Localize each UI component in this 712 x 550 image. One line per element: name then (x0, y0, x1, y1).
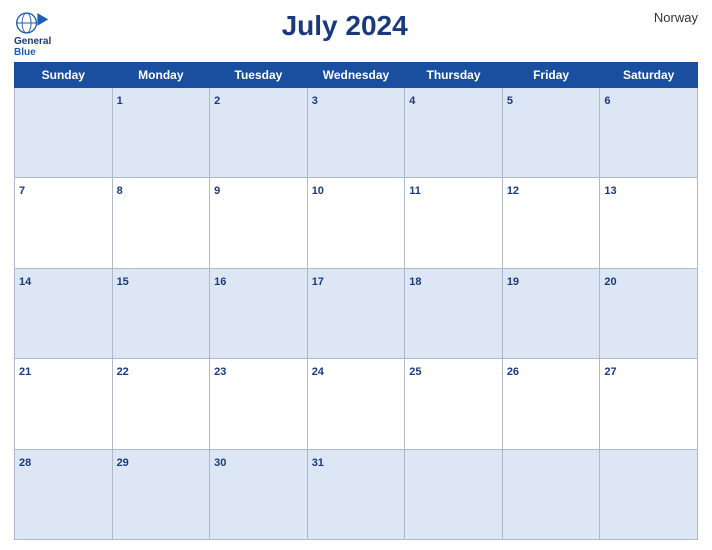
calendar-day-cell: 10 (307, 178, 405, 268)
logo: General Blue (14, 10, 51, 58)
calendar-day-cell: 18 (405, 268, 503, 358)
day-number: 19 (507, 276, 519, 288)
day-number: 17 (312, 276, 324, 288)
calendar-title: July 2024 (51, 10, 638, 42)
day-number: 26 (507, 366, 519, 378)
calendar-day-cell: 13 (600, 178, 698, 268)
day-number: 14 (19, 276, 31, 288)
day-number: 2 (214, 95, 220, 107)
day-number: 20 (604, 276, 616, 288)
calendar-day-cell: 8 (112, 178, 210, 268)
calendar-day-cell (15, 88, 113, 178)
day-number: 25 (409, 366, 421, 378)
calendar-day-cell: 15 (112, 268, 210, 358)
day-number: 7 (19, 185, 25, 197)
calendar-day-cell: 22 (112, 359, 210, 449)
calendar-week-row: 1 2 3 4 5 6 (15, 88, 698, 178)
day-number: 10 (312, 185, 324, 197)
header-wednesday: Wednesday (307, 63, 405, 88)
day-number: 15 (117, 276, 129, 288)
calendar-day-cell: 31 (307, 449, 405, 539)
day-number: 27 (604, 366, 616, 378)
calendar-table: Sunday Monday Tuesday Wednesday Thursday… (14, 62, 698, 540)
calendar-day-cell: 2 (210, 88, 308, 178)
calendar-page: General Blue July 2024 Norway Sunday Mon… (0, 0, 712, 550)
header-thursday: Thursday (405, 63, 503, 88)
day-number: 24 (312, 366, 324, 378)
calendar-day-cell: 11 (405, 178, 503, 268)
calendar-day-cell: 17 (307, 268, 405, 358)
calendar-day-cell: 1 (112, 88, 210, 178)
calendar-day-cell (405, 449, 503, 539)
calendar-week-row: 7 8 9 10 11 12 13 (15, 178, 698, 268)
calendar-day-cell: 29 (112, 449, 210, 539)
calendar-day-cell: 4 (405, 88, 503, 178)
day-number: 6 (604, 95, 610, 107)
day-number: 29 (117, 457, 129, 469)
day-number: 1 (117, 95, 123, 107)
calendar-body: 1234567891011121314151617181920212223242… (15, 88, 698, 540)
calendar-day-cell: 12 (502, 178, 600, 268)
calendar-day-cell: 24 (307, 359, 405, 449)
day-number: 30 (214, 457, 226, 469)
logo-text: General Blue (14, 36, 51, 58)
calendar-day-cell: 25 (405, 359, 503, 449)
calendar-day-cell: 27 (600, 359, 698, 449)
country-label: Norway (638, 10, 698, 25)
day-number: 9 (214, 185, 220, 197)
day-number: 12 (507, 185, 519, 197)
calendar-day-cell: 28 (15, 449, 113, 539)
calendar-day-cell: 14 (15, 268, 113, 358)
calendar-day-cell (502, 449, 600, 539)
header-saturday: Saturday (600, 63, 698, 88)
day-number: 28 (19, 457, 31, 469)
day-number: 21 (19, 366, 31, 378)
day-number: 5 (507, 95, 513, 107)
calendar-day-cell: 7 (15, 178, 113, 268)
calendar-day-cell: 20 (600, 268, 698, 358)
calendar-header-row: Sunday Monday Tuesday Wednesday Thursday… (15, 63, 698, 88)
day-number: 8 (117, 185, 123, 197)
calendar-day-cell: 30 (210, 449, 308, 539)
calendar-week-row: 14 15 16 17 18 19 20 (15, 268, 698, 358)
calendar-day-cell: 6 (600, 88, 698, 178)
calendar-day-cell: 16 (210, 268, 308, 358)
calendar-week-row: 21 22 23 24 25 26 27 (15, 359, 698, 449)
calendar-title-area: July 2024 (51, 10, 638, 42)
calendar-day-cell: 5 (502, 88, 600, 178)
calendar-day-cell: 19 (502, 268, 600, 358)
logo-icon (14, 10, 50, 36)
day-number: 22 (117, 366, 129, 378)
calendar-day-cell: 3 (307, 88, 405, 178)
day-number: 18 (409, 276, 421, 288)
calendar-day-cell: 9 (210, 178, 308, 268)
header-sunday: Sunday (15, 63, 113, 88)
day-number: 16 (214, 276, 226, 288)
calendar-day-cell: 26 (502, 359, 600, 449)
day-number: 13 (604, 185, 616, 197)
day-number: 23 (214, 366, 226, 378)
calendar-day-cell: 21 (15, 359, 113, 449)
day-number: 3 (312, 95, 318, 107)
day-number: 11 (409, 185, 421, 197)
calendar-day-cell (600, 449, 698, 539)
header-friday: Friday (502, 63, 600, 88)
calendar-day-cell: 23 (210, 359, 308, 449)
header-tuesday: Tuesday (210, 63, 308, 88)
header-monday: Monday (112, 63, 210, 88)
calendar-header: General Blue July 2024 Norway (14, 10, 698, 58)
day-number: 31 (312, 457, 324, 469)
day-number: 4 (409, 95, 415, 107)
calendar-week-row: 28 29 30 31 (15, 449, 698, 539)
weekday-header-row: Sunday Monday Tuesday Wednesday Thursday… (15, 63, 698, 88)
